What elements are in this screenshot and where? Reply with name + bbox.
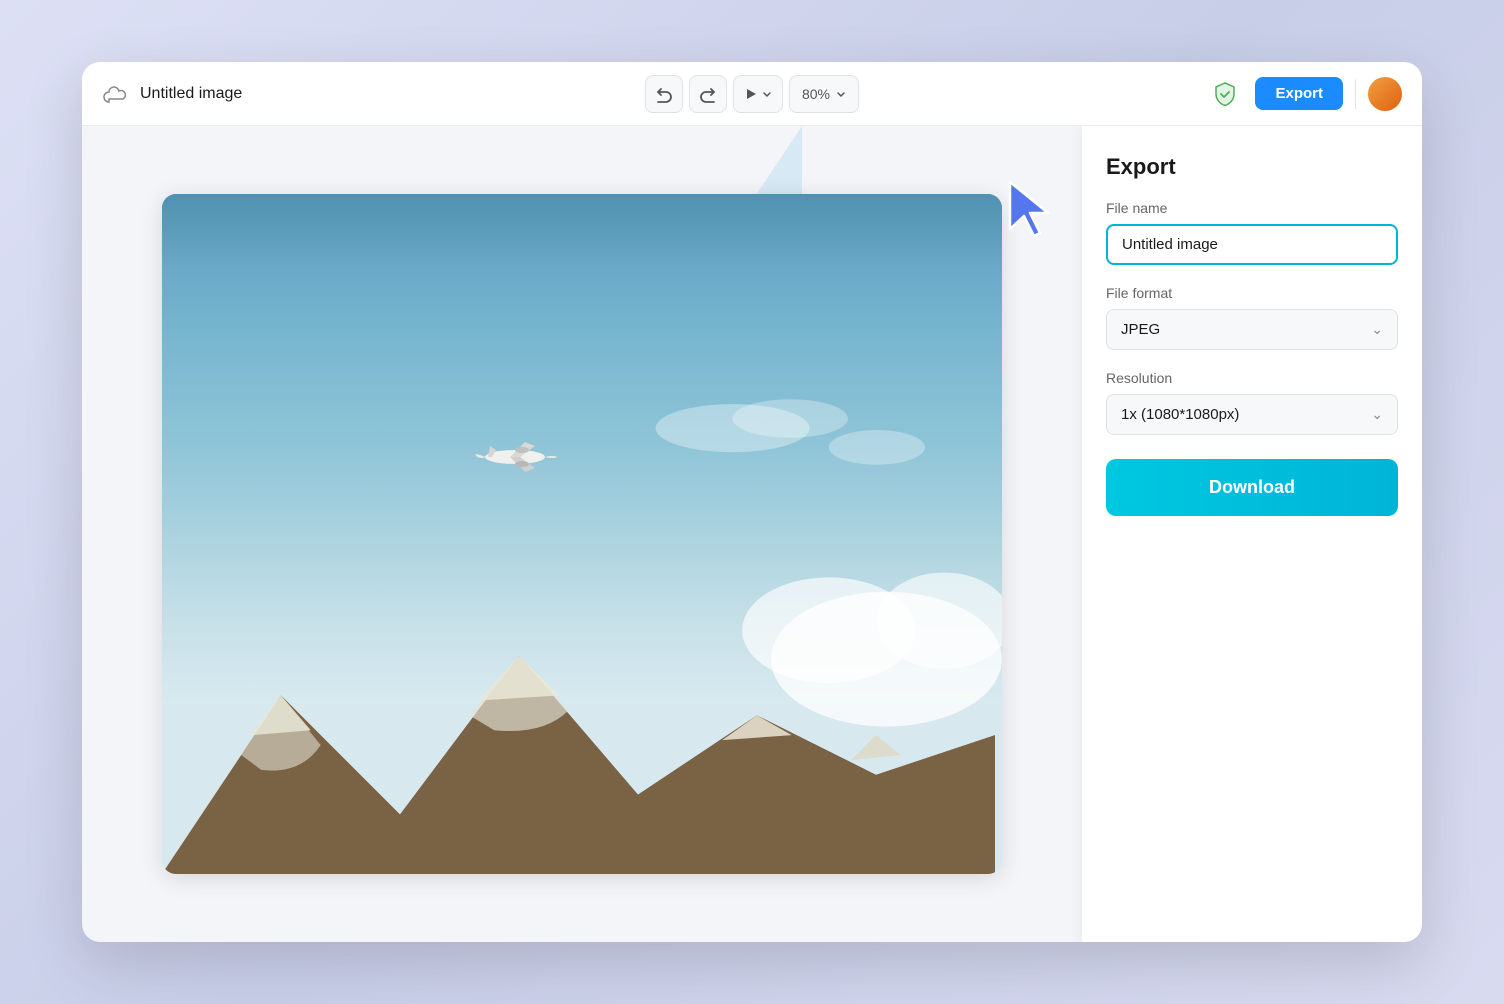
- toolbar-center: 80%: [645, 75, 859, 113]
- canvas-area: [82, 126, 1082, 942]
- scene: [162, 194, 1002, 874]
- undo-button[interactable]: [645, 75, 683, 113]
- main-content: Export File name File format JPEG ⌄ Reso…: [82, 126, 1422, 942]
- toolbar: Untitled image: [82, 62, 1422, 126]
- doc-title: Untitled image: [140, 85, 242, 103]
- app-container: Untitled image: [82, 62, 1422, 942]
- export-panel-title: Export: [1106, 154, 1398, 180]
- export-button[interactable]: Export: [1255, 77, 1343, 110]
- toolbar-divider: [1355, 79, 1356, 109]
- file-format-label: File format: [1106, 285, 1398, 301]
- resolution-select[interactable]: 1x (1080*1080px) ⌄: [1106, 394, 1398, 435]
- zoom-button[interactable]: 80%: [789, 75, 859, 113]
- file-name-input[interactable]: [1106, 224, 1398, 265]
- play-button[interactable]: [733, 75, 783, 113]
- chevron-down-icon: ⌄: [1371, 321, 1383, 338]
- redo-button[interactable]: [689, 75, 727, 113]
- toolbar-right: Export: [1207, 76, 1402, 112]
- zoom-value: 80%: [802, 86, 830, 102]
- file-format-value: JPEG: [1121, 321, 1160, 338]
- cloud-icon: [102, 80, 130, 108]
- resolution-value: 1x (1080*1080px): [1121, 406, 1239, 423]
- image-frame: [162, 194, 1002, 874]
- shield-button[interactable]: [1207, 76, 1243, 112]
- resolution-group: Resolution 1x (1080*1080px) ⌄: [1106, 370, 1398, 435]
- resolution-label: Resolution: [1106, 370, 1398, 386]
- resolution-chevron-icon: ⌄: [1371, 406, 1383, 423]
- download-button[interactable]: Download: [1106, 459, 1398, 516]
- file-format-group: File format JPEG ⌄: [1106, 285, 1398, 350]
- export-panel: Export File name File format JPEG ⌄ Reso…: [1082, 126, 1422, 942]
- file-name-group: File name: [1106, 200, 1398, 265]
- file-name-label: File name: [1106, 200, 1398, 216]
- file-format-select[interactable]: JPEG ⌄: [1106, 309, 1398, 350]
- avatar[interactable]: [1368, 77, 1402, 111]
